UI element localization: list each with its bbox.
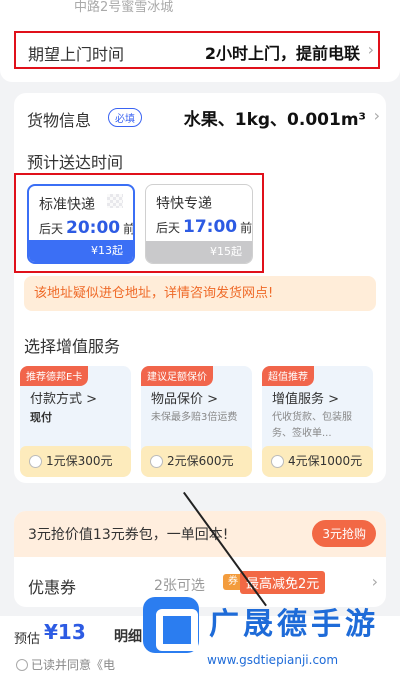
value-added-title: 选择增值服务 — [24, 337, 121, 356]
service-price: ¥13起 — [29, 240, 133, 262]
required-badge: 必填 — [108, 108, 142, 127]
watermark-name: 广晟德手游 — [209, 607, 379, 642]
service-express-mail[interactable]: 特快专递 后天 17:00 前 ¥15起 — [145, 184, 253, 264]
promo-card: 3元抢价值13元券包，一单回本! 3元抢购 优惠券 2张可选 券 最高减免2元 … — [14, 511, 386, 607]
agreement-checkbox[interactable]: 已读并同意《电 — [16, 656, 115, 673]
value-added-name: 物品保价 > — [151, 392, 219, 407]
coupon-count[interactable]: 2张可选 — [154, 575, 205, 595]
estimate-amount: ¥13 — [44, 620, 86, 644]
pickup-time-label: 期望上门时间 — [28, 45, 125, 64]
service-eta: 后天 20:00 前 — [39, 218, 135, 238]
radio-icon[interactable] — [150, 455, 163, 468]
value-added-desc: 未保最多赔3倍运费 — [151, 412, 238, 423]
promo-banner: 3元抢价值13元券包，一单回本! 3元抢购 — [14, 511, 386, 557]
service-eta: 后天 17:00 前 — [156, 217, 253, 237]
recommend-badge: 建议足额保价 — [141, 366, 213, 386]
recommend-badge: 超值推荐 — [262, 366, 314, 386]
pickup-time-value: 2小时上门，提前电联 — [204, 44, 360, 63]
chevron-right-icon: › — [371, 572, 378, 591]
value-added-desc: 现付 — [30, 411, 52, 424]
chevron-right-icon: › — [373, 106, 380, 125]
radio-icon[interactable] — [29, 455, 42, 468]
service-price: ¥15起 — [146, 241, 252, 263]
coupon-discount-tag: 最高减免2元 — [240, 571, 326, 594]
value-added-name: 付款方式 > — [30, 392, 98, 407]
mosaic-icon — [107, 194, 123, 208]
coupon-label: 优惠券 — [28, 578, 77, 597]
promo-buy-button[interactable]: 3元抢购 — [312, 520, 376, 547]
price-detail-link[interactable]: 明细 — [114, 626, 142, 646]
address-card: 中路2号蜜雪冰城 期望上门时间 2小时上门，提前电联 › — [0, 0, 400, 82]
watermark-logo-icon — [143, 597, 199, 653]
recommend-badge: 推荐德邦E卡 — [20, 366, 89, 386]
goods-value[interactable]: 水果、1kg、0.001m³ — [184, 105, 366, 130]
warehouse-warning: 该地址疑似进仓地址，详情咨询发货网点! — [24, 276, 376, 311]
address-line: 中路2号蜜雪冰城 — [74, 0, 174, 15]
value-added-payment[interactable]: 推荐德邦E卡 付款方式 > 现付 1元保300元 — [20, 366, 131, 477]
checkbox-icon[interactable] — [16, 659, 28, 671]
shipment-card: 货物信息 必填 水果、1kg、0.001m³ › 预计送达时间 标准快递 后天 2… — [14, 93, 386, 483]
value-added-option[interactable]: 2元保600元 — [141, 446, 252, 477]
value-added-name: 增值服务 > — [272, 392, 340, 407]
service-standard-express[interactable]: 标准快递 后天 20:00 前 ¥13起 — [27, 184, 135, 264]
chevron-right-icon: › — [367, 40, 374, 59]
value-added-desc: 代收货款、包装服务、签收单... — [272, 412, 352, 439]
service-name: 特快专递 — [156, 196, 212, 212]
value-added-option[interactable]: 4元保1000元 — [262, 446, 373, 477]
value-added-option[interactable]: 1元保300元 — [20, 446, 131, 477]
watermark-url: www.gsdtiepianji.com — [207, 653, 339, 667]
promo-text: 3元抢价值13元券包，一单回本! — [28, 527, 229, 543]
delivery-label: 预计送达时间 — [27, 153, 124, 172]
radio-icon[interactable] — [271, 455, 284, 468]
pickup-time-row[interactable]: 期望上门时间 2小时上门，提前电联 › — [14, 31, 380, 69]
estimate-label: 预估 — [14, 632, 41, 647]
goods-label: 货物信息 — [27, 111, 92, 130]
watermark: 广晟德手游 www.gsdtiepianji.com — [143, 595, 400, 681]
value-added-insurance[interactable]: 建议足额保价 物品保价 > 未保最多赔3倍运费 2元保600元 — [141, 366, 252, 477]
service-name: 标准快递 — [39, 197, 95, 213]
value-added-extra[interactable]: 超值推荐 增值服务 > 代收货款、包装服务、签收单... 4元保1000元 — [262, 366, 373, 477]
